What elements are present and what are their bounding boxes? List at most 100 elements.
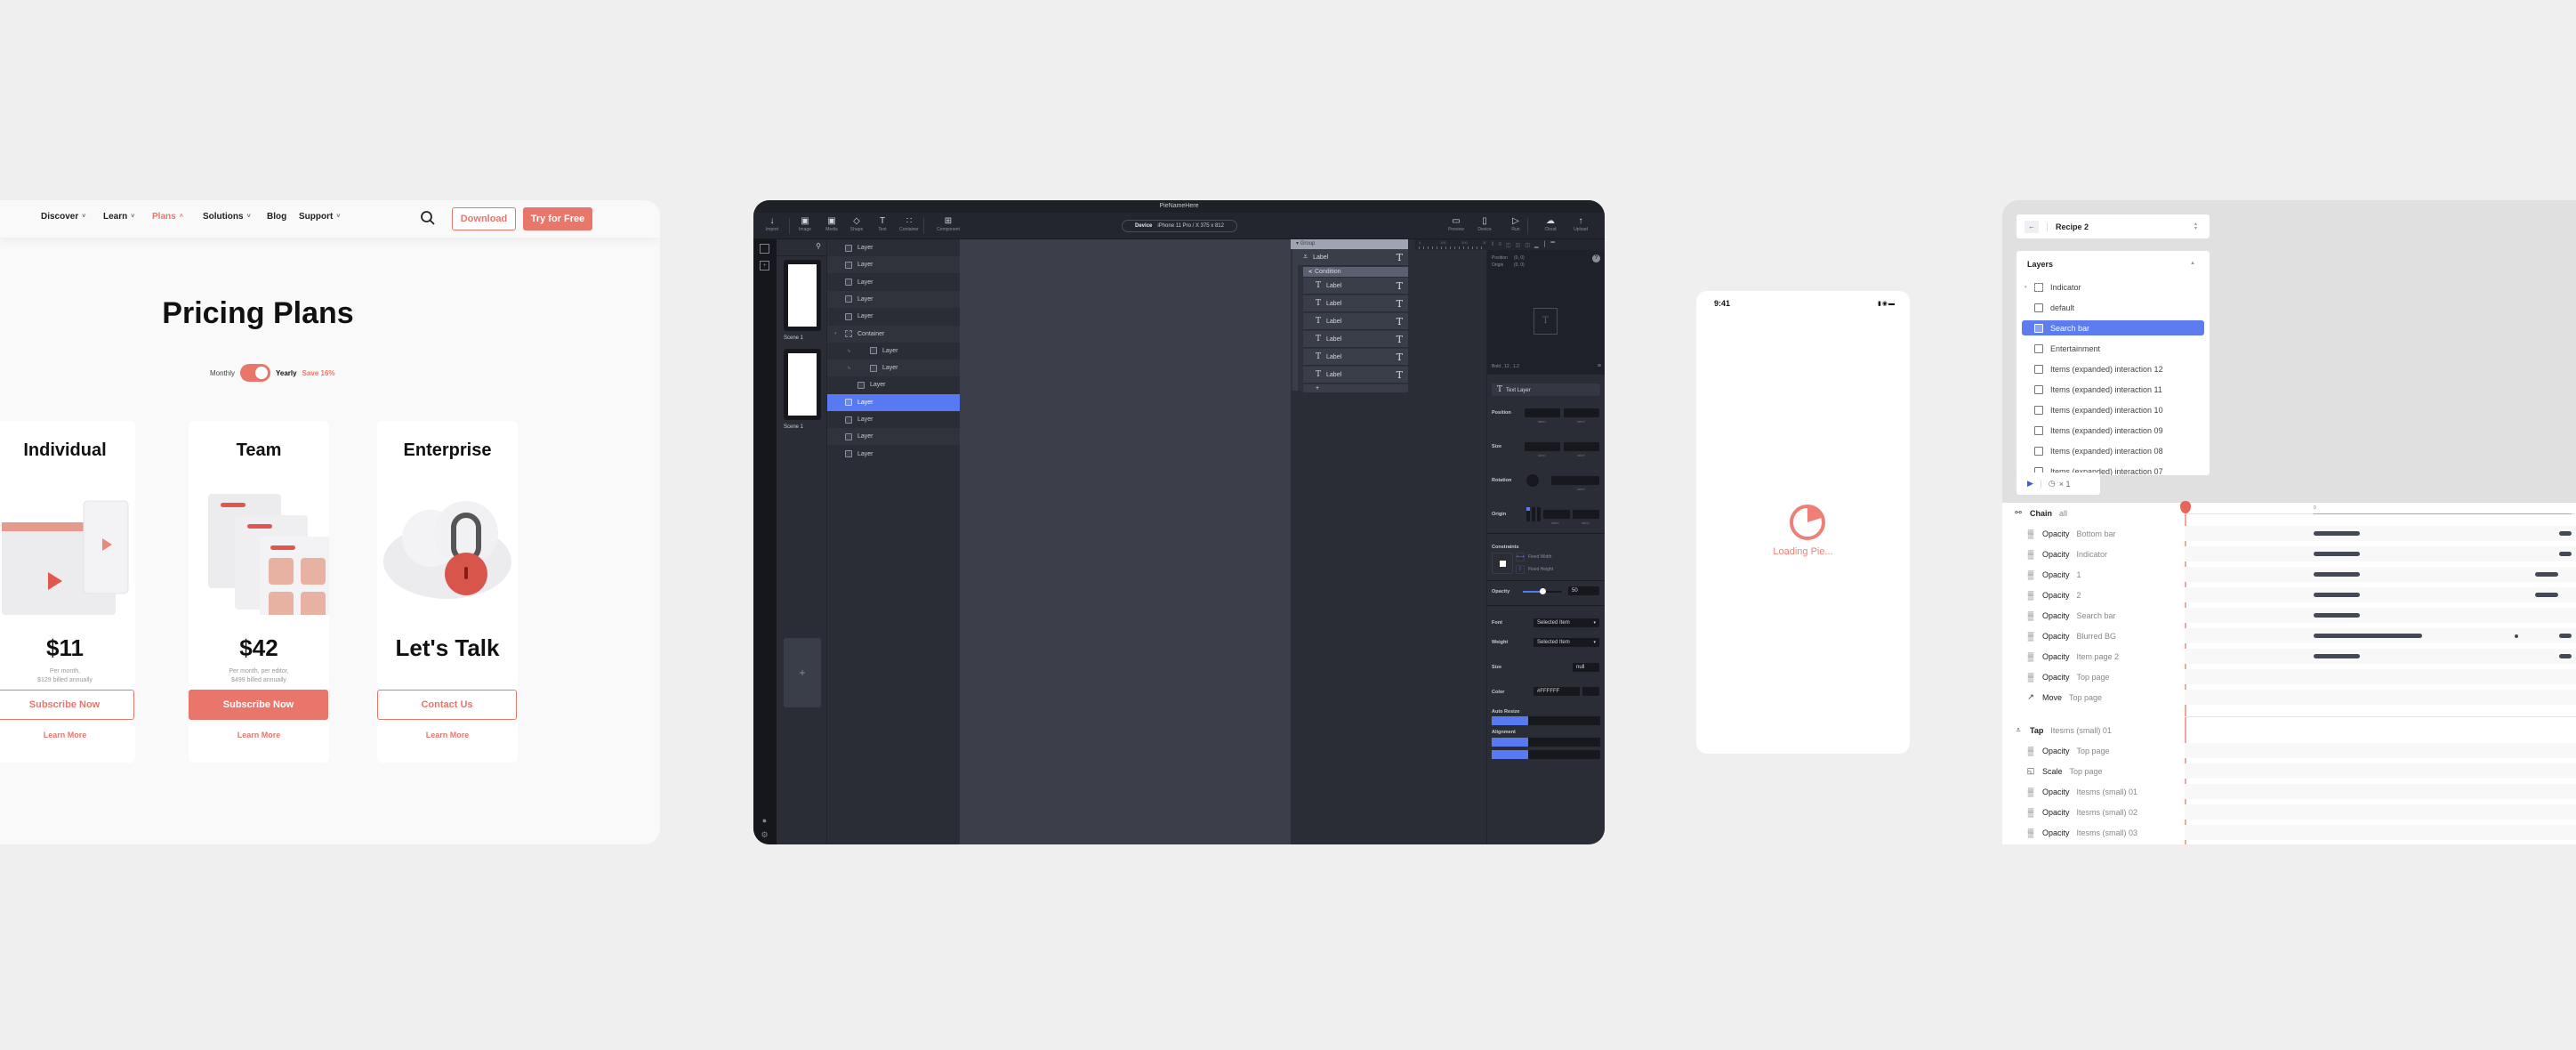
nav-blog[interactable]: Blog (267, 212, 286, 222)
layer-list-item[interactable]: Items (expanded) interaction 08 (2022, 443, 2204, 458)
nav-learn[interactable]: Learn ˅ (103, 212, 134, 222)
layer-row[interactable]: Layer (827, 274, 960, 291)
condition-child-row[interactable]: T Label T (1303, 278, 1408, 295)
text-align-icon[interactable]: ≡ (1598, 363, 1601, 369)
layer-row-container[interactable]: ▾ Container (827, 325, 960, 343)
align-left-icon[interactable]: ◫ (1506, 242, 1511, 248)
align-middle-icon[interactable]: │ (1543, 242, 1547, 247)
scene-thumbnail[interactable] (784, 349, 821, 420)
auto-width-option[interactable] (1492, 716, 1528, 725)
layer-row[interactable]: Layer (827, 393, 960, 411)
weight-select[interactable]: Selected Item ▾ (1534, 638, 1599, 647)
keyframe-bar[interactable] (2558, 654, 2572, 658)
origin-anchor-grid[interactable] (1526, 507, 1541, 521)
layer-row[interactable]: Layer (827, 256, 960, 274)
expand-caret-icon[interactable]: ▾ (2025, 285, 2027, 290)
import-tool-button[interactable]: ↓ Import (759, 215, 785, 232)
device-button[interactable]: ▯ Device (1471, 215, 1498, 232)
animation-track[interactable] (2185, 784, 2576, 799)
distribute-h-icon[interactable]: ‖ (1492, 242, 1493, 247)
help-icon[interactable]: ? (1592, 254, 1600, 262)
condition-child-row[interactable]: T Label T (1303, 367, 1408, 384)
panels-icon[interactable] (760, 244, 769, 254)
animation-track[interactable] (2185, 743, 2576, 758)
animation-track[interactable] (2185, 649, 2576, 664)
layer-row[interactable]: Layer (827, 239, 960, 256)
rotation-field[interactable] (1551, 476, 1599, 485)
timeline-animation-row[interactable]: ▒ Opacity Search bar (2002, 605, 2576, 626)
group-header[interactable]: ▾ Group (1291, 239, 1408, 249)
condition-child-row[interactable]: T Label T (1303, 349, 1408, 366)
animation-track[interactable] (2185, 608, 2576, 623)
layer-row[interactable]: Layer (827, 290, 960, 308)
position-x-field[interactable] (1525, 408, 1560, 417)
speed-value[interactable]: × 1 (2059, 480, 2071, 489)
nav-plans[interactable]: Plans ˄ (152, 212, 183, 222)
try-for-free-button[interactable]: Try for Free (523, 207, 592, 230)
layer-list-item[interactable]: ▾ Indicator (2022, 279, 2204, 295)
nav-support[interactable]: Support ˅ (299, 212, 340, 222)
timeline-animation-row[interactable]: ▒ Opacity Top page (2002, 666, 2576, 687)
timeline-group-header[interactable]: ⚯ Chain all (2002, 503, 2576, 523)
auto-height-option[interactable] (1528, 716, 1565, 725)
scene-thumbnail[interactable] (784, 260, 821, 331)
animation-track[interactable] (2185, 763, 2576, 779)
align-top-option[interactable] (1492, 750, 1528, 759)
origin-y-field[interactable] (1573, 510, 1599, 519)
user-icon[interactable]: ● (760, 816, 769, 826)
group-trigger-row[interactable]: ⩡ Label T (1298, 249, 1408, 266)
keyframe-bar[interactable] (2535, 593, 2559, 597)
settings-gear-icon[interactable]: ⚙ (760, 830, 769, 840)
align-middle-option[interactable] (1528, 750, 1565, 759)
keyframe-bar[interactable] (2314, 634, 2422, 638)
preview-button[interactable]: ▭ Preview (1443, 215, 1469, 232)
layer-row[interactable]: ↳ Layer (827, 343, 960, 359)
align-right-icon[interactable]: ◫ (1525, 242, 1530, 248)
text-tool-button[interactable]: T Text (869, 215, 896, 232)
run-button[interactable]: ▷ Run (1502, 215, 1529, 232)
animation-track[interactable] (2185, 526, 2576, 541)
animation-track[interactable] (2185, 825, 2576, 840)
shape-tool-button[interactable]: ◇ Shape (843, 215, 870, 232)
add-scene-icon[interactable]: + (760, 261, 769, 271)
animation-track[interactable] (2185, 546, 2576, 561)
subscribe-now-button[interactable]: Subscribe Now (0, 690, 134, 720)
align-center-icon[interactable]: ◫ (1516, 242, 1521, 248)
cloud-button[interactable]: ☁ Cloud (1537, 215, 1564, 232)
keyframe-bar[interactable] (2558, 531, 2572, 536)
condition-row[interactable]: ⪪ Condition (1303, 267, 1408, 278)
layer-row[interactable]: ↳ Layer (827, 359, 960, 377)
color-swatch[interactable] (1582, 687, 1599, 696)
height-field[interactable] (1564, 442, 1599, 451)
learn-more-link[interactable]: Learn More (189, 731, 329, 739)
keyframe-bar[interactable] (2314, 531, 2361, 536)
timeline-animation-row[interactable]: ▒ Opacity Blurred BG (2002, 626, 2576, 646)
distribute-v-icon[interactable]: ≡ (1498, 242, 1501, 247)
subscribe-now-button[interactable]: Subscribe Now (189, 690, 328, 720)
fixed-option[interactable] (1564, 716, 1600, 725)
keyframe-bar[interactable] (2535, 572, 2559, 577)
nav-discover[interactable]: Discover ˅ (41, 212, 85, 222)
align-bottom-option[interactable] (1564, 750, 1600, 759)
opacity-slider[interactable] (1523, 588, 1562, 594)
canvas-area[interactable] (960, 239, 1291, 844)
keyframe-bar[interactable] (2314, 552, 2361, 556)
keyframe-bar[interactable] (2314, 654, 2361, 658)
timeline-animation-row[interactable]: ▒ Opacity Top page (2002, 740, 2576, 761)
layer-list-item[interactable]: Entertainment (2022, 341, 2204, 356)
opacity-slider-thumb[interactable] (1540, 588, 1546, 594)
search-icon[interactable] (420, 210, 436, 226)
container-tool-button[interactable]: ∷ Container (896, 215, 922, 232)
timeline-group-header[interactable]: ⩡ Tap Itesms (small) 01 (2002, 720, 2576, 740)
constraints-widget[interactable] (1492, 553, 1513, 574)
font-select[interactable]: Selected Item ▾ (1534, 618, 1599, 627)
fixed-width-icon[interactable]: ⟷ (1516, 553, 1525, 561)
component-tool-button[interactable]: ⊞ Component (935, 215, 962, 232)
device-selector[interactable]: Device iPhone 11 Pro / X 375 x 812 (1122, 220, 1237, 232)
billing-toggle[interactable] (240, 364, 271, 382)
back-arrow-icon[interactable]: ← (2025, 220, 2039, 233)
keyframe-dot[interactable] (2515, 634, 2519, 638)
timeline-animation-row[interactable]: ▒ Opacity Itesms (small) 02 (2002, 802, 2576, 822)
learn-more-link[interactable]: Learn More (377, 731, 518, 739)
timeline-animation-row[interactable]: ◱ Scale Top page (2002, 761, 2576, 781)
